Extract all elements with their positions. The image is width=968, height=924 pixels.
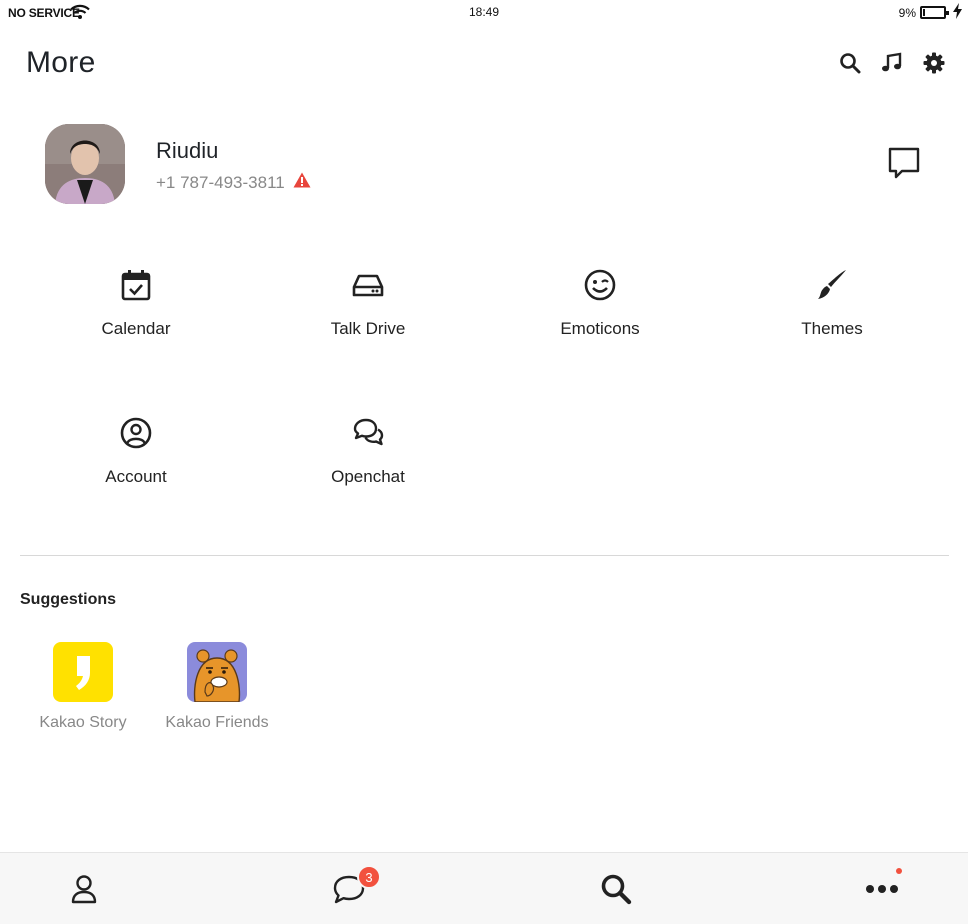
chat-with-myself-button[interactable] (886, 145, 922, 181)
menu-item-label: Talk Drive (330, 319, 406, 338)
menu-item-calendar[interactable]: Calendar (20, 268, 252, 368)
tab-friends[interactable] (64, 871, 104, 911)
app-label: Kakao Friends (165, 714, 269, 731)
person-icon (68, 873, 100, 910)
battery-fill (923, 9, 925, 16)
tab-more[interactable] (862, 868, 902, 911)
menu-item-label: Calendar (101, 319, 171, 338)
page-title: More (26, 46, 96, 79)
battery-icon (920, 6, 949, 19)
menu-item-talk-drive[interactable]: Talk Drive (252, 268, 484, 368)
unread-badge: 3 (357, 865, 381, 889)
header-actions (838, 51, 946, 75)
profile-name: Riudiu (156, 138, 219, 163)
menu-item-themes[interactable]: Themes (716, 268, 948, 368)
menu-item-account[interactable]: Account (20, 416, 252, 516)
profile-phone: +1 787-493-3811 (156, 172, 311, 193)
chat-bubbles-icon (351, 416, 385, 450)
clock: 18:49 (468, 5, 500, 19)
suggestion-kakao-friends[interactable]: Kakao Friends (162, 642, 272, 732)
menu-item-label: Account (105, 467, 167, 486)
avatar[interactable] (45, 124, 125, 204)
menu-item-label: Emoticons (560, 319, 640, 338)
phone-number: +1 787-493-3811 (156, 172, 285, 192)
menu-item-label: Openchat (331, 467, 405, 486)
menu-item-emoticons[interactable]: Emoticons (484, 268, 716, 368)
suggestions-heading: Suggestions (20, 591, 117, 608)
search-icon (599, 872, 633, 911)
search-icon[interactable] (838, 51, 862, 75)
section-divider (20, 555, 949, 556)
suggestion-kakao-story[interactable]: Kakao Story (28, 642, 138, 732)
more-dots-icon (865, 882, 899, 900)
drive-icon (351, 268, 385, 302)
kakao-friends-icon (187, 642, 247, 702)
calendar-check-icon (119, 268, 153, 302)
account-circle-icon (119, 416, 153, 450)
bottom-tab-bar: 3 (0, 852, 968, 924)
paintbrush-icon (815, 268, 849, 302)
menu-item-label: Themes (801, 319, 863, 338)
wink-emoticon-icon (583, 268, 617, 302)
charging-bolt-icon (953, 3, 962, 22)
app-label: Kakao Story (39, 714, 127, 731)
battery-percent: 9% (898, 6, 916, 20)
tab-search[interactable] (596, 871, 636, 911)
new-indicator-dot (896, 868, 902, 874)
status-bar: NO SERVICE 18:49 9% (0, 0, 968, 26)
kakao-story-icon (53, 642, 113, 702)
music-note-icon[interactable] (880, 51, 904, 75)
gear-icon[interactable] (922, 51, 946, 75)
menu-item-openchat[interactable]: Openchat (252, 416, 484, 516)
tab-chats[interactable]: 3 (329, 865, 381, 911)
warning-triangle-icon[interactable] (293, 172, 311, 193)
